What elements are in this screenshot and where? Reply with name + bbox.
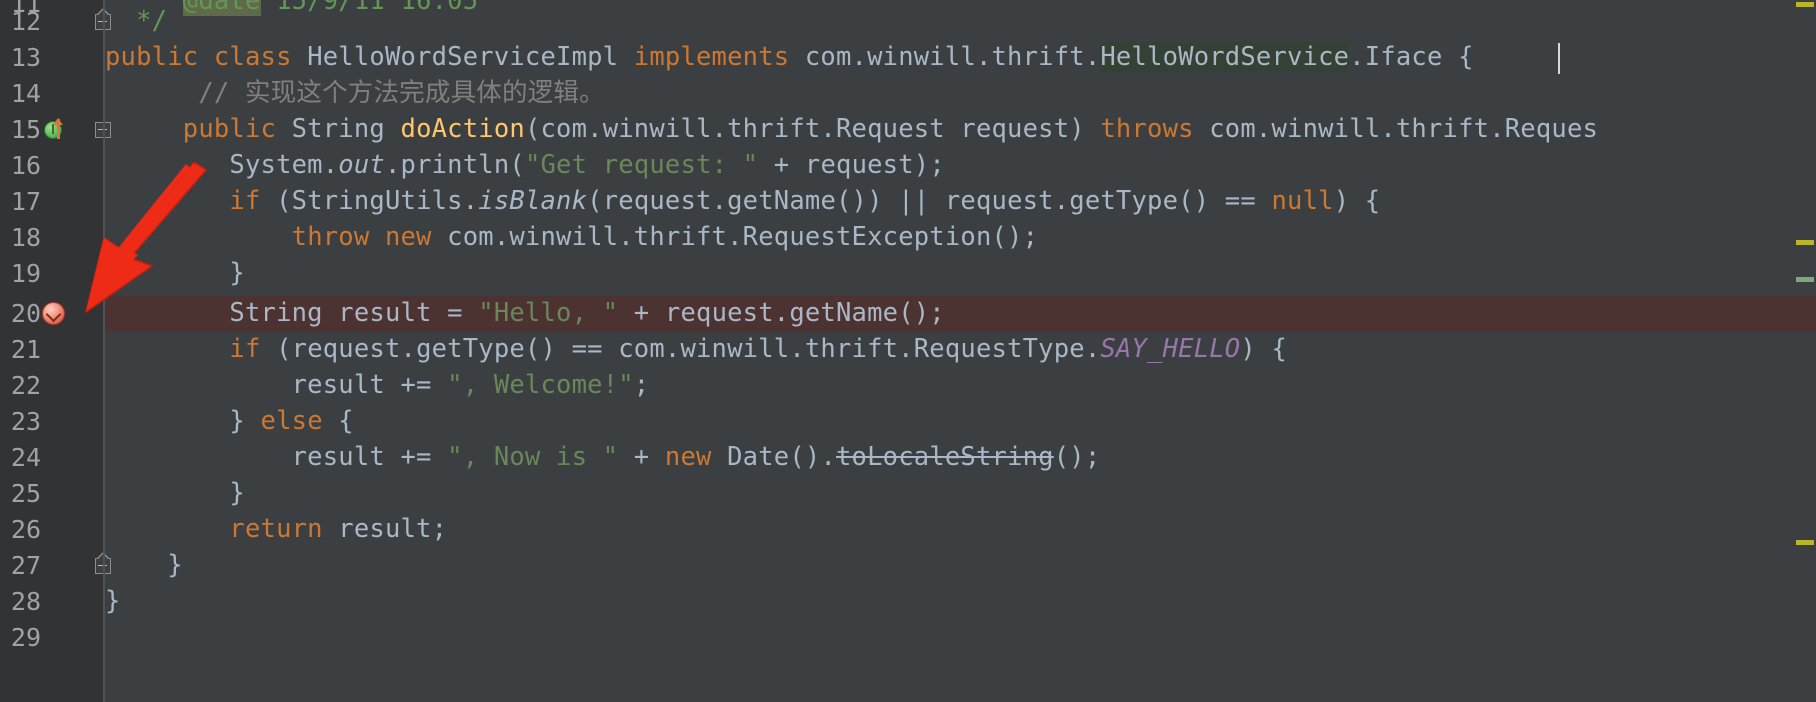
enum-constant-say-hello: SAY_HELLO (1100, 334, 1241, 364)
code-text-area[interactable]: @date 15/9/11 16:05 */ public class Hell… (105, 0, 1796, 702)
code-line-24[interactable]: result += ", Now is " + new Date().toLoc… (105, 440, 1796, 476)
code-line-27[interactable]: } (105, 548, 1796, 584)
line-number: 27 (10, 551, 41, 580)
stripe-marker-warning[interactable] (1796, 2, 1814, 7)
line-number: 25 (10, 479, 41, 508)
line-number: 13 (10, 43, 41, 72)
line-number: 16 (10, 151, 41, 180)
line-number: 18 (10, 223, 41, 252)
code-line-12[interactable]: */ (105, 4, 1796, 40)
stripe-marker-breakpoint[interactable] (1790, 296, 1816, 332)
gutter-line-28[interactable]: 28 (0, 584, 103, 620)
code-line-28[interactable]: } (105, 584, 1796, 620)
code-line-19[interactable]: } (105, 256, 1796, 292)
code-line-25[interactable]: } (105, 476, 1796, 512)
line-number: 19 (10, 259, 41, 288)
line-number: 20 (10, 299, 41, 328)
error-stripe-panel[interactable] (1790, 0, 1816, 702)
gutter-line-27[interactable]: 27 (0, 548, 111, 584)
code-line-14[interactable]: // 实现这个方法完成具体的逻辑。 (105, 76, 1796, 112)
line-number: 26 (10, 515, 41, 544)
code-line-21[interactable]: if (request.getType() == com.winwill.thr… (105, 332, 1796, 368)
line-number: 24 (10, 443, 41, 472)
gutter-line-29[interactable]: 29 (0, 620, 103, 656)
gutter-line-12[interactable]: 12 (0, 4, 111, 40)
method-name-doAction: doAction (400, 114, 525, 144)
code-line-29[interactable] (105, 620, 1796, 656)
line-number: 12 (10, 7, 41, 36)
code-line-26[interactable]: return result; (105, 512, 1796, 548)
gutter-line-13[interactable]: 13 (0, 40, 103, 76)
code-line-16[interactable]: System.out.println("Get request: " + req… (105, 148, 1796, 184)
gutter-line-18[interactable]: 18 (0, 220, 103, 256)
stripe-marker-warning[interactable] (1796, 540, 1814, 545)
gutter-line-17[interactable]: 17 (0, 184, 103, 220)
line-number: 29 (10, 623, 41, 652)
code-line-17[interactable]: if (StringUtils.isBlank(request.getName(… (105, 184, 1796, 220)
text-caret (1558, 43, 1560, 74)
gutter-line-20[interactable]: 20 (0, 296, 103, 332)
code-line-20[interactable]: String result = "Hello, " + request.getN… (105, 296, 1796, 332)
javadoc-close: */ (105, 6, 168, 36)
line-comment: // 实现这个方法完成具体的逻辑。 (105, 78, 605, 108)
fold-region-strip (103, 0, 105, 702)
gutter-line-24[interactable]: 24 (0, 440, 103, 476)
stripe-marker-info[interactable] (1796, 277, 1814, 282)
caret-identifier-highlight: HelloWordService (1100, 42, 1350, 72)
line-number: 17 (10, 187, 41, 216)
code-line-18[interactable]: throw new com.winwill.thrift.RequestExce… (105, 220, 1796, 256)
gutter-line-26[interactable]: 26 (0, 512, 103, 548)
code-line-15[interactable]: public String doAction(com.winwill.thrif… (105, 112, 1796, 148)
gutter-line-21[interactable]: 21 (0, 332, 103, 368)
code-line-23[interactable]: } else { (105, 404, 1796, 440)
breakpoint-icon[interactable] (42, 302, 65, 325)
gutter-line-15[interactable]: 15 (0, 112, 111, 148)
line-number: 23 (10, 407, 41, 436)
editor-gutter[interactable]: 11 12 13 14 15 16 17 18 19 20 21 22 23 2… (0, 0, 111, 702)
implementing-method-icon[interactable] (44, 118, 64, 140)
line-number: 22 (10, 371, 41, 400)
stripe-marker-warning[interactable] (1796, 240, 1814, 245)
gutter-line-22[interactable]: 22 (0, 368, 103, 404)
code-editor[interactable]: 11 12 13 14 15 16 17 18 19 20 21 22 23 2… (0, 0, 1816, 702)
line-number: 21 (10, 335, 41, 364)
gutter-line-25[interactable]: 25 (0, 476, 103, 512)
gutter-line-23[interactable]: 23 (0, 404, 103, 440)
line-number: 28 (10, 587, 41, 616)
code-line-22[interactable]: result += ", Welcome!"; (105, 368, 1796, 404)
gutter-line-16[interactable]: 16 (0, 148, 103, 184)
gutter-line-19[interactable]: 19 (0, 256, 103, 292)
deprecated-method-call: toLocaleString (836, 442, 1054, 472)
gutter-line-14[interactable]: 14 (0, 76, 103, 112)
line-number: 14 (10, 79, 41, 108)
line-number: 15 (10, 115, 41, 144)
code-line-13[interactable]: public class HelloWordServiceImpl implem… (105, 40, 1796, 76)
